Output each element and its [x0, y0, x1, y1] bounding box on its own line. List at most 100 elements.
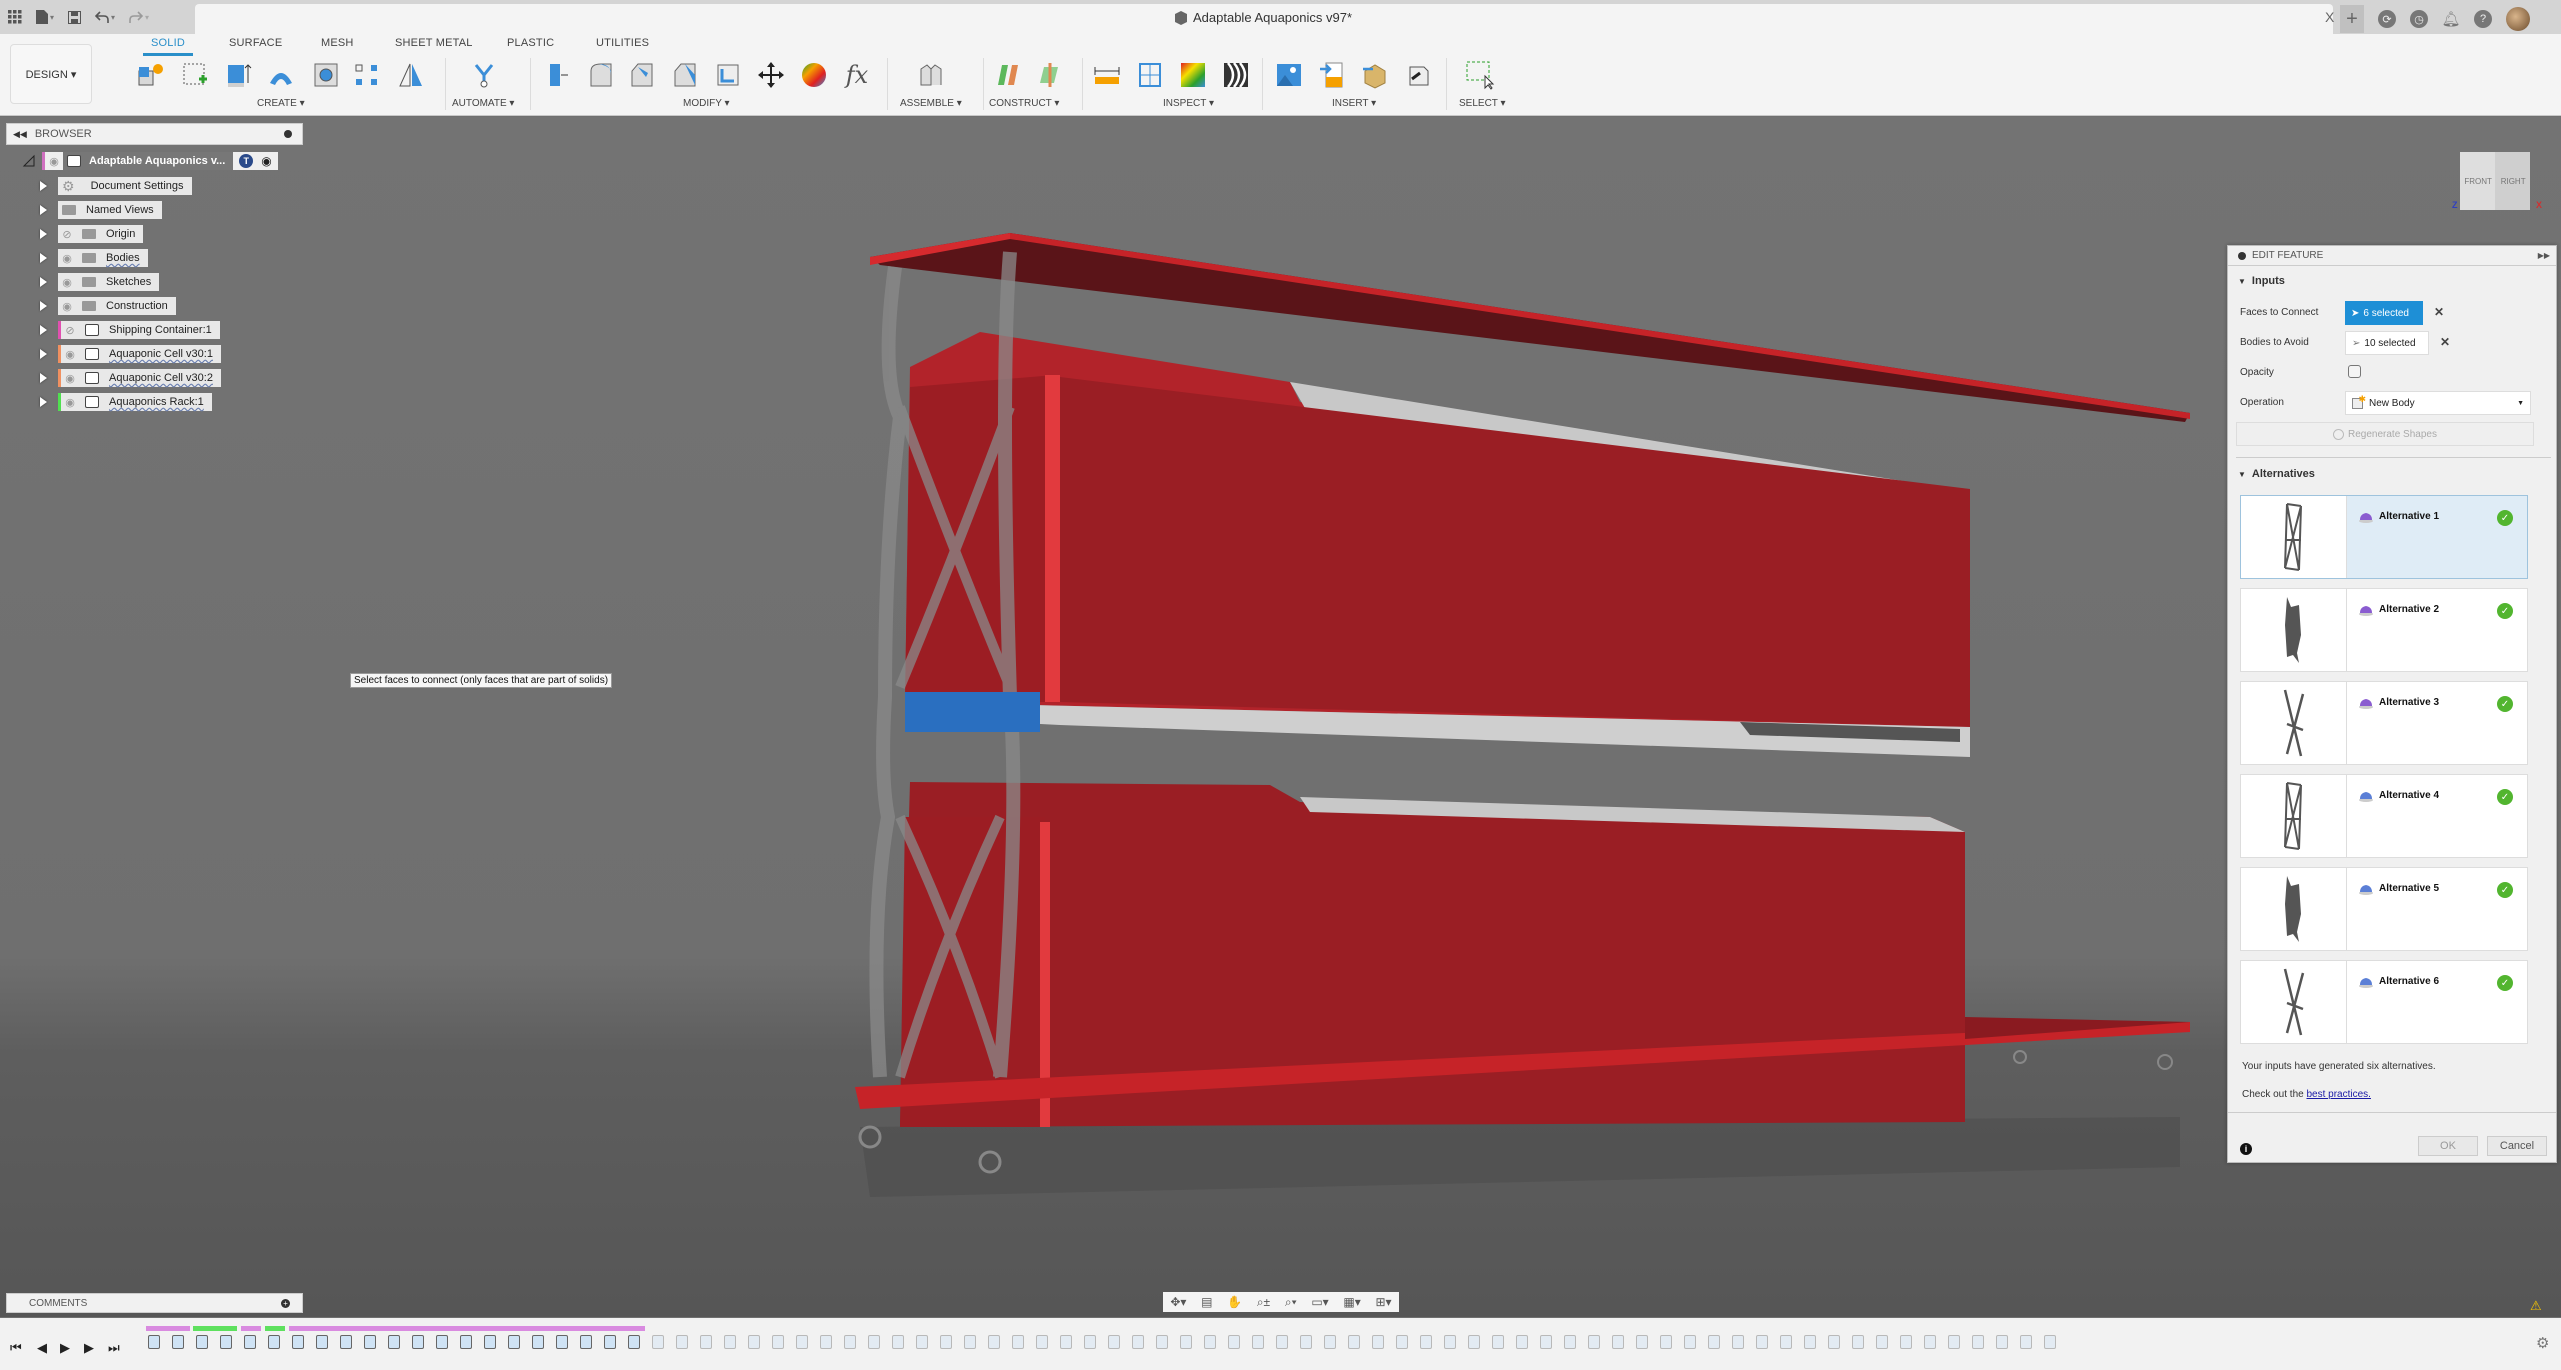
zoom-icon[interactable]: ⌕± — [1257, 1295, 1270, 1310]
tab-mesh[interactable]: MESH — [321, 37, 354, 49]
timeline-feature-step[interactable] — [1660, 1335, 1672, 1349]
timeline-feature-step[interactable] — [508, 1335, 520, 1349]
timeline-feature-step[interactable] — [1492, 1335, 1504, 1349]
timeline-feature-step[interactable] — [484, 1335, 496, 1349]
timeline-group-bar[interactable] — [146, 1326, 190, 1331]
timeline-feature-step[interactable] — [1420, 1335, 1432, 1349]
curvature-map-icon[interactable] — [1178, 60, 1208, 90]
alternative-card[interactable]: Alternative 4 ✓ — [2240, 774, 2528, 858]
joint-icon[interactable] — [916, 60, 946, 90]
timeline-feature-step[interactable] — [1156, 1335, 1168, 1349]
decal-icon[interactable] — [1274, 60, 1304, 90]
hole-icon[interactable] — [311, 60, 341, 90]
timeline-feature-step[interactable] — [1300, 1335, 1312, 1349]
timeline-feature-step[interactable] — [1132, 1335, 1144, 1349]
tab-plastic[interactable]: PLASTIC — [507, 37, 554, 49]
revolve-icon[interactable] — [266, 60, 296, 90]
timeline-feature-step[interactable] — [1828, 1335, 1840, 1349]
timeline-group-bar[interactable] — [265, 1326, 285, 1331]
alternative-card[interactable]: Alternative 5 ✓ — [2240, 867, 2528, 951]
timeline-feature-step[interactable] — [556, 1335, 568, 1349]
pattern-icon[interactable] — [352, 60, 382, 90]
timeline-feature-step[interactable] — [628, 1335, 640, 1349]
timeline-feature-step[interactable] — [1924, 1335, 1936, 1349]
new-component-icon[interactable] — [136, 60, 166, 90]
timeline-feature-step[interactable] — [1204, 1335, 1216, 1349]
timeline-feature-step[interactable] — [1012, 1335, 1024, 1349]
eye-icon[interactable]: ◉ — [61, 396, 79, 409]
expand-arrow-icon[interactable] — [40, 397, 47, 407]
expand-arrow-icon[interactable] — [40, 205, 47, 215]
timeline-feature-step[interactable] — [532, 1335, 544, 1349]
timeline-feature-step[interactable] — [172, 1335, 184, 1349]
timeline-feature-step[interactable] — [1996, 1335, 2008, 1349]
chamfer-icon[interactable] — [627, 60, 657, 90]
pan-hand-icon[interactable]: ✋ — [1227, 1295, 1242, 1309]
eye-hidden-icon[interactable]: ⊘ — [58, 228, 76, 241]
timeline-feature-step[interactable] — [364, 1335, 376, 1349]
3d-viewport[interactable]: Select faces to connect (only faces that… — [0, 117, 2561, 1317]
faces-to-connect-selector[interactable]: ➤ 6 selected — [2345, 301, 2423, 325]
insert-menu[interactable]: INSERT ▾ — [1332, 98, 1376, 109]
notifications-bell-icon[interactable]: 🔔︎ — [2441, 10, 2460, 28]
timeline-feature-step[interactable] — [1708, 1335, 1720, 1349]
browser-item[interactable]: Named Views — [40, 201, 162, 219]
timeline-feature-step[interactable] — [196, 1335, 208, 1349]
timeline-feature-step[interactable] — [1084, 1335, 1096, 1349]
window-select-icon[interactable] — [1465, 60, 1495, 90]
timeline-feature-step[interactable] — [676, 1335, 688, 1349]
expand-arrow-icon[interactable] — [40, 325, 47, 335]
shell-icon[interactable] — [670, 60, 700, 90]
eye-icon[interactable]: ◉ — [45, 155, 63, 168]
timeline-feature-step[interactable] — [1852, 1335, 1864, 1349]
section-analysis-icon[interactable] — [1135, 60, 1165, 90]
insert-derive-icon[interactable] — [1403, 60, 1433, 90]
timeline-feature-step[interactable] — [892, 1335, 904, 1349]
timeline-feature-step[interactable] — [1444, 1335, 1456, 1349]
skip-start-icon[interactable]: ⏮ — [10, 1340, 22, 1356]
expand-arrow-icon[interactable] — [40, 229, 47, 239]
timeline-feature-step[interactable] — [604, 1335, 616, 1349]
timeline-feature-step[interactable] — [1324, 1335, 1336, 1349]
timeline-feature-step[interactable] — [1636, 1335, 1648, 1349]
viewports-icon[interactable]: ⊞▾ — [1375, 1295, 1391, 1309]
expand-arrow-icon[interactable] — [40, 349, 47, 359]
opacity-checkbox[interactable] — [2348, 365, 2361, 378]
timeline-feature-step[interactable] — [940, 1335, 952, 1349]
automate-menu[interactable]: AUTOMATE ▾ — [452, 98, 514, 109]
save-icon[interactable] — [68, 10, 82, 24]
timeline-group-bar[interactable] — [193, 1326, 237, 1331]
step-forward-icon[interactable]: ▶ — [84, 1340, 94, 1356]
eye-icon[interactable]: ◉ — [58, 276, 76, 289]
timeline-feature-step[interactable] — [1540, 1335, 1552, 1349]
browser-item[interactable]: ◉ Aquaponic Cell v30:2 — [40, 369, 221, 387]
browser-root-node[interactable]: ◉ Adaptable Aquaponics v... T ◉ — [22, 152, 278, 170]
timeline-feature-step[interactable] — [2044, 1335, 2056, 1349]
timeline-feature-step[interactable] — [1804, 1335, 1816, 1349]
timeline-feature-step[interactable] — [436, 1335, 448, 1349]
look-at-icon[interactable]: ▤ — [1201, 1295, 1212, 1309]
fillet-icon[interactable] — [586, 60, 616, 90]
skip-end-icon[interactable]: ⏭ — [108, 1340, 120, 1356]
help-icon[interactable]: ? — [2474, 10, 2492, 28]
timeline-feature-step[interactable] — [844, 1335, 856, 1349]
alternative-card[interactable]: Alternative 2 ✓ — [2240, 588, 2528, 672]
timeline-feature-step[interactable] — [988, 1335, 1000, 1349]
timeline-feature-step[interactable] — [1108, 1335, 1120, 1349]
timeline-feature-step[interactable] — [2020, 1335, 2032, 1349]
eye-hidden-icon[interactable]: ⊘ — [61, 324, 79, 337]
timeline-feature-step[interactable] — [1900, 1335, 1912, 1349]
timeline-settings-gear-icon[interactable]: ⚙ — [2536, 1334, 2549, 1352]
expand-arrow-icon[interactable] — [40, 253, 47, 263]
inspect-menu[interactable]: INSPECT ▾ — [1163, 98, 1214, 109]
select-menu[interactable]: SELECT ▾ — [1459, 98, 1506, 109]
modify-menu[interactable]: MODIFY ▾ — [683, 98, 730, 109]
apps-grid-icon[interactable] — [8, 10, 22, 24]
timeline-feature-step[interactable] — [748, 1335, 760, 1349]
browser-item[interactable]: ⊘ Shipping Container:1 — [40, 321, 220, 339]
tab-utilities[interactable]: UTILITIES — [596, 37, 649, 49]
timeline-feature-step[interactable] — [388, 1335, 400, 1349]
timeline-feature-step[interactable] — [916, 1335, 928, 1349]
timeline-feature-step[interactable] — [1252, 1335, 1264, 1349]
measure-icon[interactable] — [1092, 60, 1122, 90]
